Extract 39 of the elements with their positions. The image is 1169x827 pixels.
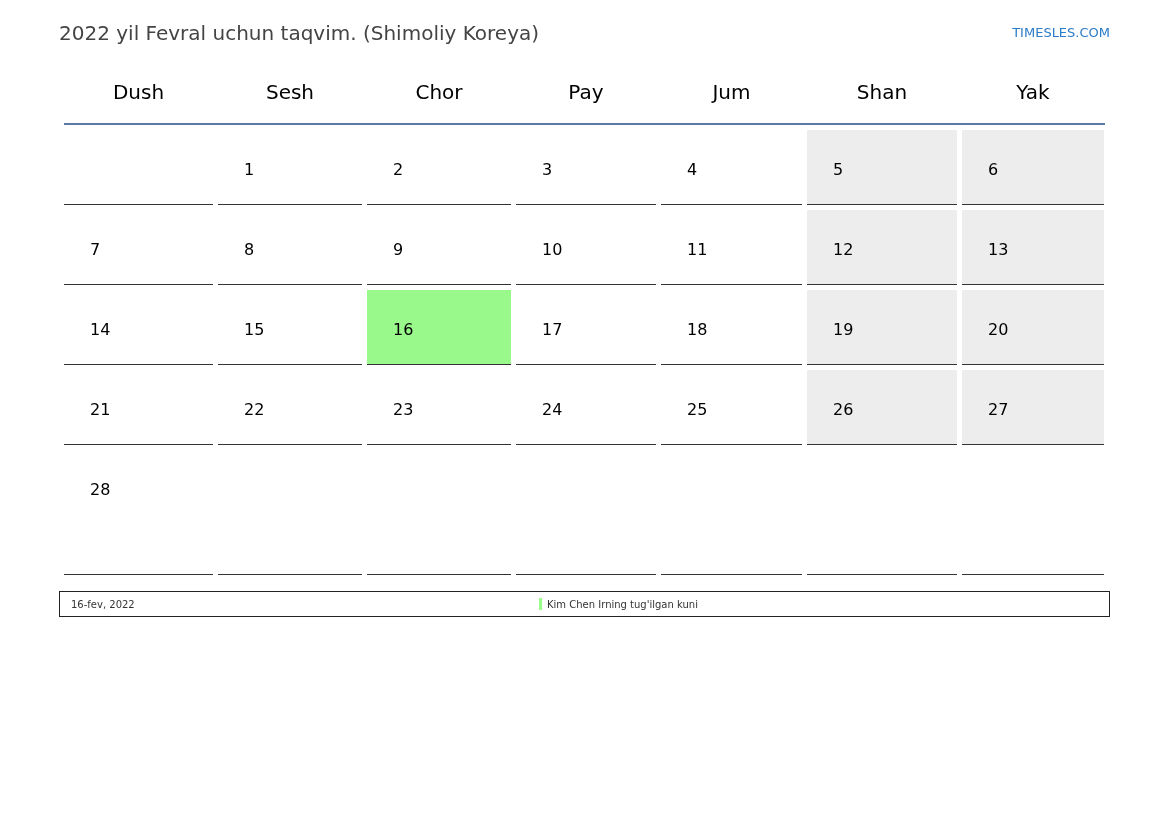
day-number: 26 <box>833 400 854 419</box>
weekday-header: Sesh <box>264 79 316 105</box>
day-number: 18 <box>687 320 708 339</box>
day-number: 23 <box>393 400 414 419</box>
weekday-header: Yak <box>1015 79 1051 105</box>
day-number: 9 <box>393 240 404 259</box>
site-link[interactable]: TIMESLES.COM <box>1012 23 1110 43</box>
holiday-date: 16-fev, 2022 <box>70 597 136 612</box>
weekday-header: Shan <box>855 79 909 105</box>
calendar-title: 2022 yil Fevral uchun taqvim. (Shimoliy Koreya) <box>59 20 540 46</box>
day-number: 21 <box>90 400 111 419</box>
day-number: 11 <box>687 240 708 259</box>
weekday-header: Pay <box>567 79 605 105</box>
day-number: 15 <box>244 320 265 339</box>
day-number: 3 <box>542 160 553 179</box>
day-number: 25 <box>687 400 708 419</box>
day-number: 12 <box>833 240 854 259</box>
day-number: 16 <box>393 320 414 339</box>
day-number: 19 <box>833 320 854 339</box>
day-number: 1 <box>244 160 255 179</box>
holiday-name: Kim Chen Irning tug'ilgan kuni <box>547 597 698 612</box>
day-number: 2 <box>393 160 404 179</box>
day-number: 27 <box>988 400 1009 419</box>
day-number: 13 <box>988 240 1009 259</box>
day-number: 20 <box>988 320 1009 339</box>
day-number: 17 <box>542 320 563 339</box>
day-number: 5 <box>833 160 844 179</box>
weekday-header: Dush <box>111 79 166 105</box>
day-number: 4 <box>687 160 698 179</box>
day-number: 22 <box>244 400 265 419</box>
day-number: 24 <box>542 400 563 419</box>
day-number: 28 <box>90 480 111 499</box>
day-number: 8 <box>244 240 255 259</box>
day-number: 7 <box>90 240 101 259</box>
weekday-header: Chor <box>414 79 464 105</box>
day-number: 6 <box>988 160 999 179</box>
weekday-header: Jum <box>710 79 752 105</box>
day-number: 10 <box>542 240 563 259</box>
day-number: 14 <box>90 320 111 339</box>
